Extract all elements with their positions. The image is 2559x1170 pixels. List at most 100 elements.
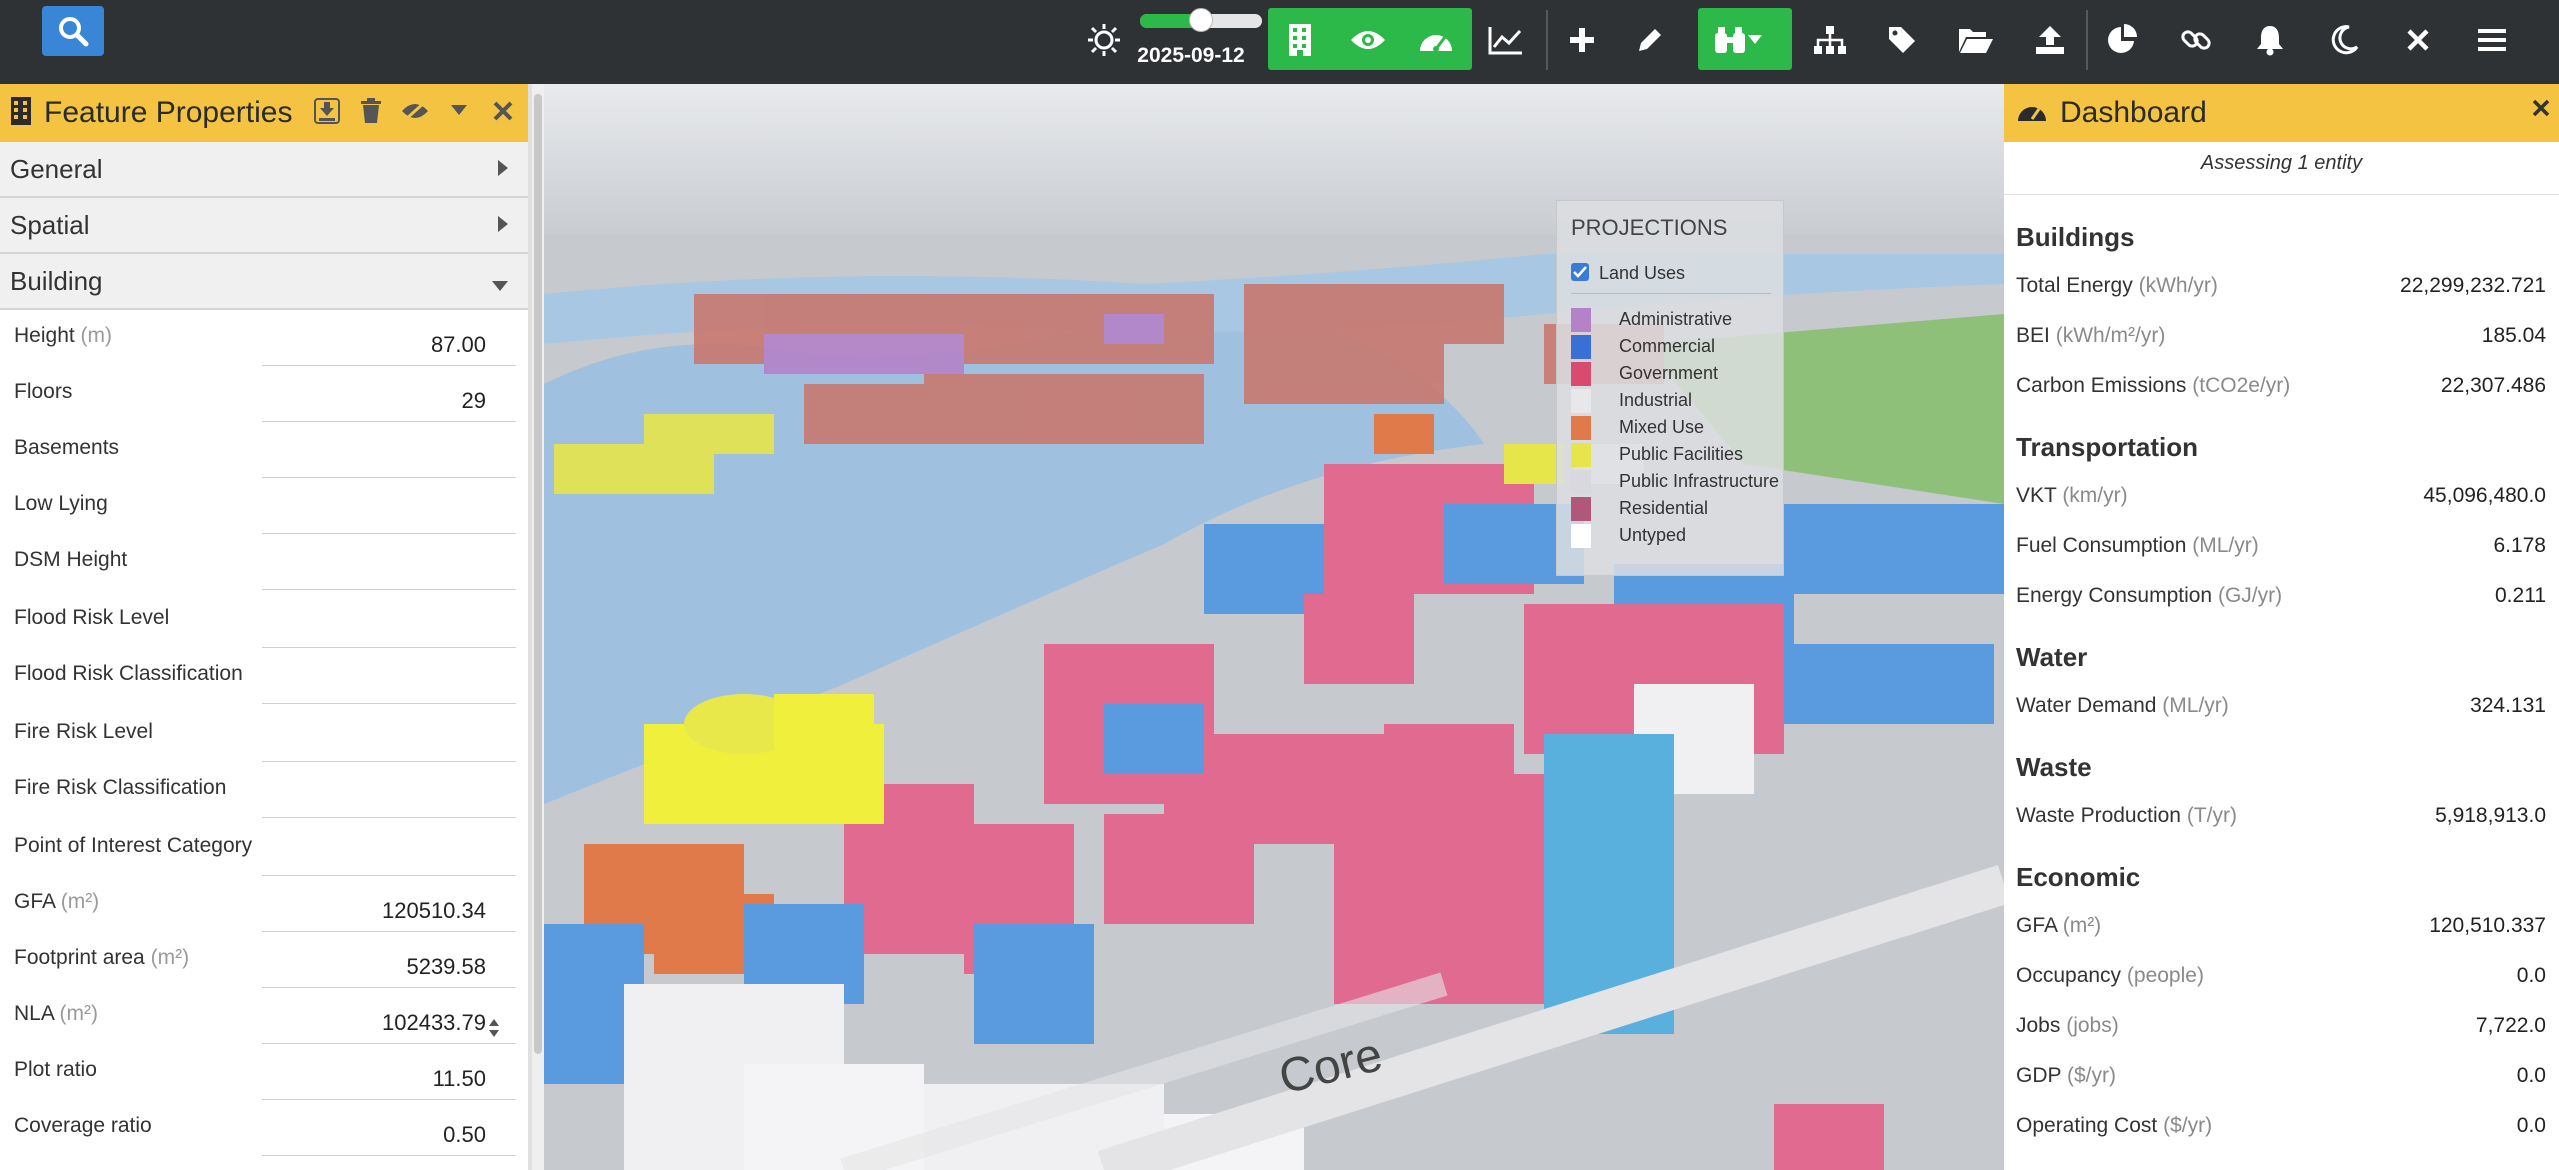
metric-label: GFA [2016,914,2057,937]
legend-label: Residential [1619,498,1709,518]
prop-label: Flood Risk Classification [14,662,243,685]
assess-divider [2004,194,2559,195]
prop-row-flood-risk-classification: Flood Risk Classification [0,648,532,704]
dashboard-gauge-icon[interactable] [1406,10,1466,70]
legend-item-industrial: Industrial [1571,386,1781,413]
section-building[interactable]: Building [0,254,528,310]
link-icon[interactable] [2166,10,2226,70]
low-lying-field[interactable] [262,494,516,534]
metric-label: Waste Production [2016,804,2181,827]
prop-row-nla: NLA (m²) 102433.79 [0,988,532,1044]
metric-label: Operating Cost [2016,1114,2158,1137]
section-title-buildings: Buildings [2016,222,2135,252]
section-title-water: Water [2016,642,2088,672]
prop-label: Fire Risk Level [14,720,153,743]
flood-risk-level-field[interactable] [262,608,516,648]
dsm-height-field[interactable] [262,550,516,590]
caret-down-icon[interactable] [1740,10,1770,70]
legend-divider [1571,293,1771,294]
fire-risk-classification-field[interactable] [262,778,516,818]
floors-field[interactable]: 29 [262,382,516,422]
flood-risk-classification-field[interactable] [262,664,516,704]
metric-vkt: VKT (km/yr) 45,096,480.0 [2016,480,2546,512]
legend-swatch [1571,497,1591,521]
metric-unit: (ML/yr) [2162,694,2229,717]
legend-item-untyped: Untyped [1571,521,1781,548]
hide-eye-icon[interactable] [400,96,430,126]
search-button[interactable] [42,6,104,56]
map-3d-view[interactable]: Core [544,84,2004,1170]
metric-value: 185.04 [2481,324,2546,347]
building-icon[interactable] [1270,10,1330,70]
metric-value: 22,299,232.721 [2400,274,2546,297]
pencil-icon[interactable] [1620,10,1680,70]
land-uses-checkbox[interactable] [1571,263,1589,281]
section-general[interactable]: General [0,142,528,198]
poi-category-field[interactable] [262,836,516,876]
basements-field[interactable] [262,438,516,478]
panel-title: Feature Properties [44,96,293,129]
metric-value: 0.0 [2516,1114,2546,1137]
section-label: General [10,153,103,184]
hierarchy-icon[interactable] [1800,10,1860,70]
legend-title: PROJECTIONS [1571,215,1728,240]
pie-chart-icon[interactable] [2092,10,2152,70]
prop-row-footprint-area: Footprint area (m²) 5239.58 [0,932,532,988]
map-scene[interactable]: Core [544,84,2004,1170]
collapse-caret-icon[interactable] [444,96,474,126]
building-properties-list: Height (m) 87.00 Floors 29 Basements Low… [0,310,532,1170]
download-icon[interactable] [312,96,342,126]
land-uses-label: Land Uses [1599,263,1686,283]
legend-swatch [1571,308,1591,332]
folder-open-icon[interactable] [1946,10,2006,70]
close-panel-icon[interactable] [488,96,518,126]
menu-icon[interactable] [2462,10,2522,70]
section-title-transportation: Transportation [2016,432,2199,462]
height-field[interactable]: 87.00 [262,326,516,366]
tag-icon[interactable] [1872,10,1932,70]
coverage-ratio-field[interactable]: 0.50 [262,1116,516,1156]
metric-label: Total Energy [2016,274,2133,297]
close-icon[interactable] [2388,10,2448,70]
number-spinner-icon[interactable] [488,1018,500,1043]
sun-icon[interactable] [1074,10,1134,70]
metric-label: Fuel Consumption [2016,534,2187,557]
legend-label: Commercial [1619,336,1716,356]
time-slider-handle[interactable] [1189,8,1213,32]
caret-down-icon [492,278,508,296]
fire-risk-level-field[interactable] [262,722,516,762]
metric-value: 0.0 [2516,964,2546,987]
legend-item-public-facilities: Public Facilities [1571,440,1781,467]
top-toolbar: 2025-09-12 [0,0,2559,84]
prop-unit: (m) [80,324,113,347]
gfa-field[interactable]: 120510.34 [262,892,516,932]
left-panel-scrollbar[interactable] [532,84,544,1170]
metric-unit: ($/yr) [2066,1064,2116,1087]
trash-icon[interactable] [356,96,386,126]
nla-field[interactable]: 102433.79 [262,1004,516,1044]
metric-value: 5,918,913.0 [2435,804,2546,827]
footprint-area-field[interactable]: 5239.58 [262,948,516,988]
prop-label: Floors [14,380,73,403]
moon-icon[interactable] [2314,10,2374,70]
plus-icon[interactable] [1552,10,1612,70]
legend-label: Government [1619,363,1719,383]
metric-unit: (km/yr) [2062,484,2128,507]
upload-icon[interactable] [2020,10,2080,70]
metric-unit: (people) [2126,964,2204,987]
scrollbar-thumb[interactable] [534,94,542,1054]
line-chart-icon[interactable] [1476,10,1536,70]
metric-occupancy: Occupancy (people) 0.0 [2016,960,2546,992]
section-spatial[interactable]: Spatial [0,198,528,254]
projections-legend: PROJECTIONS Land Uses Administrative Com… [1556,200,1784,576]
prop-label: Height [14,324,75,347]
close-dashboard-icon[interactable] [2531,98,2551,123]
prop-label: Coverage ratio [14,1114,152,1137]
eye-icon[interactable] [1338,10,1398,70]
plot-ratio-field[interactable]: 11.50 [262,1060,516,1100]
prop-row-gfa: GFA (m²) 120510.34 [0,876,532,932]
metric-jobs: Jobs (jobs) 7,722.0 [2016,1010,2546,1042]
metric-label: Jobs [2016,1014,2061,1037]
time-slider-track[interactable] [1140,8,1262,32]
bell-icon[interactable] [2240,10,2300,70]
